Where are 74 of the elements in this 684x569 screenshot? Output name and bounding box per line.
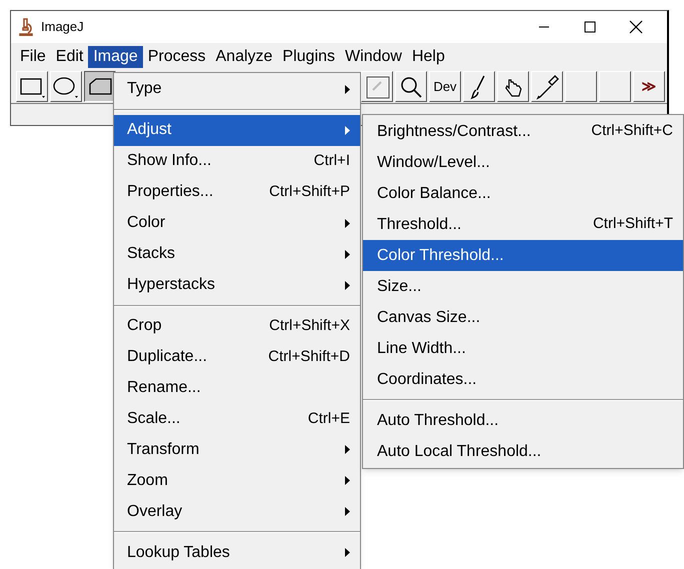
menu-item[interactable]: Crop Ctrl+Shift+X: [114, 310, 360, 342]
menu-item[interactable]: Color Threshold...: [363, 240, 683, 271]
shortcut-label: Ctrl+Shift+C: [591, 121, 673, 142]
menu-item[interactable]: Stacks: [114, 238, 360, 270]
window-title: ImageJ: [41, 18, 84, 36]
menu-item-label: Brightness/Contrast...: [377, 122, 531, 142]
tool-button[interactable]: [84, 71, 116, 102]
menu-item-label: Lookup Tables: [127, 542, 230, 563]
menu-item[interactable]: Zoom: [114, 465, 360, 496]
menu-item[interactable]: Canvas Size...: [363, 302, 683, 333]
menu-item-label: Show Info...: [127, 151, 212, 172]
menu-item-label: Type: [127, 79, 162, 100]
menu-item-label: Properties...: [127, 182, 214, 202]
menu-item-label: Duplicate...: [127, 346, 208, 367]
menu-bar-item[interactable]: File: [15, 46, 51, 68]
menu-item[interactable]: Line Width...: [363, 333, 683, 364]
menu-item[interactable]: Window/Level...: [363, 147, 683, 178]
menu-item-label: Threshold...: [377, 214, 462, 234]
menu-item[interactable]: Hyperstacks: [114, 270, 360, 301]
menu-bar-item[interactable]: Analyze: [210, 46, 278, 68]
microscope-icon: [19, 18, 33, 36]
menu-item[interactable]: Show Info... Ctrl+I: [114, 146, 360, 177]
empty-tool-button[interactable]: [565, 71, 597, 102]
menu-item-label: Stacks: [127, 244, 176, 264]
menu-item[interactable]: Auto Threshold...: [363, 405, 683, 436]
menu-bar-item[interactable]: Plugins: [278, 46, 340, 68]
menu-item[interactable]: Auto Local Threshold...: [363, 436, 683, 467]
menu-item-label: Auto Threshold...: [377, 410, 499, 430]
menu-item-label: Size...: [377, 276, 422, 296]
menu-item-label: Transform: [127, 440, 200, 460]
shortcut-label: Ctrl+Shift+P: [269, 182, 350, 202]
menu-item-label: Hyperstacks: [127, 275, 216, 296]
menu-item-label: Rename...: [127, 378, 201, 398]
menu-bar-item[interactable]: Process: [142, 46, 211, 68]
menu-bar-item[interactable]: Image: [88, 46, 143, 68]
menu-item[interactable]: Rename...: [114, 372, 360, 404]
menu-item-label: Window/Level...: [377, 152, 490, 172]
more-tools-button[interactable]: ≫: [633, 71, 665, 102]
menu-item[interactable]: Overlay: [114, 496, 360, 528]
menu-item-label: Coordinates...: [377, 370, 477, 390]
menu-bar-item[interactable]: Window: [340, 46, 407, 68]
menu-item-label: Scale...: [127, 408, 180, 429]
menu-item-label: Crop: [127, 316, 162, 336]
menu-item-label: Canvas Size...: [377, 308, 480, 328]
menu-item-label: Auto Local Threshold...: [377, 442, 542, 462]
menu-item[interactable]: Color Balance...: [363, 178, 683, 209]
menu-bar-item[interactable]: Edit: [50, 46, 88, 68]
dev-tool-button[interactable]: Dev: [429, 71, 461, 102]
menu-item-label: Zoom: [127, 470, 168, 491]
menu-item[interactable]: Duplicate... Ctrl+Shift+D: [114, 341, 360, 372]
menu-item-label: Color Threshold...: [377, 246, 504, 266]
menu-bar-item[interactable]: Help: [406, 46, 450, 68]
menu-item-label: Overlay: [127, 502, 182, 522]
menu-item[interactable]: Lookup Tables: [114, 537, 360, 568]
menu-item-label: Color: [127, 213, 166, 234]
shortcut-label: Ctrl+Shift+X: [269, 316, 350, 336]
menu-item[interactable]: Threshold... Ctrl+Shift+T: [363, 209, 683, 240]
menu-item[interactable]: Size...: [363, 271, 683, 302]
menu-item[interactable]: Scale... Ctrl+E: [114, 403, 360, 434]
menu-item-label: Line Width...: [377, 338, 466, 358]
shortcut-label: Ctrl+Shift+T: [592, 214, 673, 234]
shortcut-label: Ctrl+Shift+D: [268, 346, 350, 367]
menu-item-label: Color Balance...: [377, 184, 491, 204]
menu-item-label: Adjust: [127, 120, 172, 140]
menu-item[interactable]: Properties... Ctrl+Shift+P: [114, 176, 360, 208]
menu-item[interactable]: Adjust: [114, 114, 360, 146]
shortcut-label: Ctrl+E: [308, 408, 350, 429]
menu-item[interactable]: Coordinates...: [363, 364, 683, 395]
menu-item[interactable]: Type: [114, 74, 360, 105]
shortcut-label: Ctrl+I: [314, 151, 350, 172]
menu-item[interactable]: Color: [114, 208, 360, 239]
menu-item[interactable]: Brightness/Contrast... Ctrl+Shift+C: [363, 116, 683, 147]
menu-item[interactable]: Transform: [114, 434, 360, 466]
empty-tool-button[interactable]: [599, 71, 631, 102]
